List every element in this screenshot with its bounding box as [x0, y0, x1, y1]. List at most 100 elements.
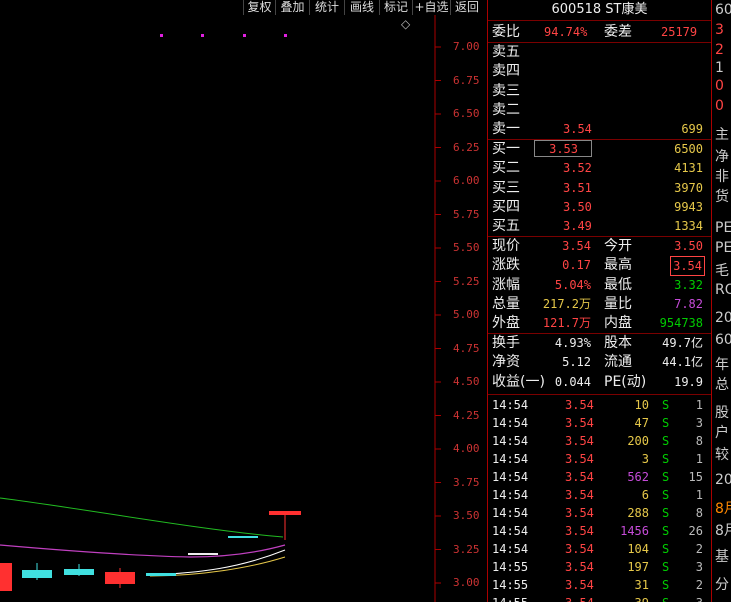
toolbar-btn-6[interactable]: 返回	[450, 0, 483, 15]
stats2-value: 0.044	[554, 374, 591, 389]
trade-price: 3.54	[565, 594, 594, 602]
trade-count: 2	[695, 542, 703, 556]
sells-label: 卖五	[492, 44, 520, 60]
f10-fragment: PE	[715, 240, 731, 256]
sells-label: 卖三	[492, 82, 520, 99]
toolbar-btn-0[interactable]: 复权	[243, 0, 275, 15]
f10-fragment: 分	[715, 577, 729, 593]
marker-dots	[160, 34, 287, 37]
stats1-label: 涨跌	[492, 257, 520, 274]
stats2-value: 49.7亿	[662, 336, 703, 350]
sells-row[interactable]: 卖三	[488, 82, 711, 100]
stats2-label: 收益(一)	[492, 373, 545, 390]
buys-row[interactable]: 买二 3.52 4131	[488, 159, 711, 177]
candle-red	[0, 563, 12, 591]
trade-count: 15	[688, 470, 703, 484]
trade-row: 14:54 3.54 10 S 1	[488, 396, 711, 414]
trade-volume: 288	[627, 506, 649, 520]
buys-row[interactable]: 买三 3.51 3970	[488, 179, 711, 197]
sells-row[interactable]: 卖二	[488, 101, 711, 119]
sells-row[interactable]: 卖五	[488, 43, 711, 61]
f10-fragment: 净	[715, 149, 729, 165]
buys-label: 买四	[492, 198, 520, 215]
stats2-row: 收益(一) 0.044 PE(动) 19.9	[488, 373, 711, 391]
candle-flat	[188, 553, 218, 555]
axis-tick-label: 6.75	[453, 73, 480, 87]
price-axis-ticks	[435, 46, 441, 584]
toolbar-btn-3[interactable]: 画线	[344, 0, 379, 15]
f10-fragment: RO	[715, 282, 731, 298]
stats1-value: 5.04%	[554, 277, 591, 292]
trade-volume: 47	[634, 416, 649, 430]
trade-direction: S	[662, 470, 670, 484]
toolbar-btn-1[interactable]: 叠加	[275, 0, 309, 15]
stats1-label: 量比	[604, 295, 632, 312]
trade-count: 3	[695, 416, 703, 430]
trade-row: 14:54 3.54 200 S 8	[488, 432, 711, 450]
trade-count: 8	[695, 434, 703, 448]
trade-volume: 3	[641, 452, 649, 466]
stats1-value: 3.54	[670, 256, 705, 277]
f10-fragment: 股	[715, 405, 729, 421]
trade-volume: 197	[627, 560, 649, 574]
trade-direction: S	[662, 578, 670, 592]
axis-tick-label: 3.00	[453, 576, 480, 589]
f10-fragment: 3	[715, 22, 724, 38]
axis-tick-label: 5.75	[453, 207, 480, 221]
buys-label: 买二	[492, 160, 520, 177]
f10-fragment: 毛	[715, 263, 729, 279]
f10-panel: 60 3 2 1 0 0 主净非货 PE PE 毛 RO 20 60 年总股户较 20 8月 8月基分	[711, 0, 731, 602]
sells-label: 卖二	[492, 101, 520, 118]
kline-chart[interactable]	[0, 0, 487, 602]
axis-tick-label: 5.00	[453, 308, 480, 321]
sells-row[interactable]: 卖四	[488, 62, 711, 80]
trade-row: 14:55 3.54 39 S 3	[488, 594, 711, 602]
marker-dot	[284, 34, 287, 37]
axis-tick-label: 3.50	[453, 509, 480, 522]
buys-row[interactable]: 买四 3.50 9943	[488, 198, 711, 216]
f10-fragment: 1	[715, 60, 724, 76]
ma-line-green	[0, 497, 284, 538]
weibi-value: 94.74%	[544, 25, 588, 39]
trade-price: 3.54	[565, 398, 594, 412]
trade-row: 14:54 3.54 47 S 3	[488, 414, 711, 432]
buys-price: 3.49	[563, 219, 592, 234]
trade-price: 3.54	[565, 416, 594, 430]
f10-fragment: 0	[715, 78, 724, 94]
trade-volume: 1456	[620, 524, 649, 538]
trade-direction: S	[662, 524, 670, 538]
f10-fragment: PE	[715, 220, 731, 236]
toolbar-btn-2[interactable]: 统计	[309, 0, 344, 15]
f10-fragment: 总	[715, 377, 729, 393]
trade-volume: 31	[634, 578, 649, 592]
toolbar-btn-4[interactable]: 标记	[379, 0, 412, 15]
buys-row[interactable]: 买一 3.53 6500	[488, 140, 711, 158]
trade-time: 14:54	[492, 398, 529, 412]
trade-volume: 39	[635, 594, 649, 602]
trade-volume: 562	[627, 470, 649, 484]
weibi-label: 委比	[492, 24, 520, 40]
trade-direction: S	[662, 488, 670, 502]
trade-count: 3	[696, 594, 703, 602]
weicha-label: 委差	[604, 24, 632, 40]
trade-price: 3.54	[565, 506, 594, 520]
stats2-row: 净资 5.12 流通 44.1亿	[488, 353, 711, 371]
f10-fragment: 货	[715, 189, 729, 205]
sells-label: 卖一	[492, 121, 520, 138]
stats1-label: 现价	[492, 238, 520, 254]
buys-price: 3.52	[563, 161, 592, 176]
trade-direction: S	[662, 506, 670, 520]
trade-time: 14:54	[492, 470, 529, 484]
trade-row: 14:54 3.54 3 S 1	[488, 450, 711, 468]
trade-count: 1	[695, 488, 703, 502]
buys-row[interactable]: 买五 3.49 1334	[488, 217, 711, 235]
trade-price: 3.54	[565, 524, 594, 538]
axis-tick-label: 4.00	[453, 442, 480, 455]
stats2-label: 股本	[604, 335, 632, 351]
trade-direction: S	[662, 434, 670, 448]
trade-count: 1	[695, 398, 703, 412]
sells-row[interactable]: 卖一 3.54 699	[488, 120, 711, 138]
toolbar-btn-5[interactable]: +自选	[412, 0, 450, 15]
axis-tick-label: 6.50	[453, 107, 480, 120]
trade-direction: S	[662, 398, 670, 412]
